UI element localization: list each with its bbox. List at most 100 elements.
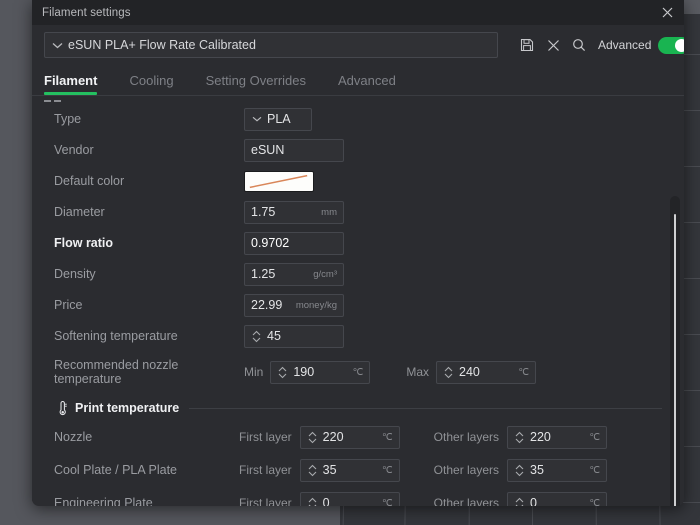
color-line-icon (249, 174, 308, 188)
row-softening-temperature: Softening temperature 45 (54, 323, 684, 349)
tab-bar: Filament Cooling Setting Overrides Advan… (32, 65, 684, 96)
other-layers-label: Other layers (433, 496, 500, 506)
engineering-plate-first-layer-stepper[interactable]: 0 ℃ (299, 491, 400, 507)
scrollbar[interactable] (670, 196, 680, 506)
toggle-knob (675, 38, 684, 52)
chevron-down-icon (52, 36, 63, 54)
cool-plate-first-layer-stepper[interactable]: 35 ℃ (299, 458, 400, 482)
recommended-max-stepper[interactable]: 240 ℃ (436, 360, 537, 384)
tab-cooling[interactable]: Cooling (129, 73, 191, 95)
tab-setting-overrides[interactable]: Setting Overrides (206, 73, 324, 95)
value: 220 (530, 430, 551, 444)
other-layers-cell: Other layers 35 ℃ (434, 458, 608, 482)
unit: ℃ (589, 497, 601, 507)
row-recommended-nozzle-temperature: Recommended nozzle temperature Min 190 ℃… (54, 354, 684, 390)
recommended-max-unit: ℃ (518, 366, 530, 378)
search-icon[interactable] (566, 33, 592, 57)
section-divider (189, 407, 662, 409)
label-flow-ratio: Flow ratio (54, 236, 114, 250)
price-value: 22.99 (251, 298, 283, 312)
flow-ratio-input[interactable]: 0.9702 (244, 231, 344, 255)
spinner-icon[interactable] (514, 431, 525, 444)
tab-label: Filament (44, 73, 98, 88)
preset-row: eSUN PLA+ Flow Rate Calibrated Advanced (32, 25, 684, 65)
first-layer-cell: First layer 0 ℃ (239, 491, 400, 507)
value: 35 (322, 463, 337, 477)
unit: ℃ (589, 431, 601, 443)
preset-combobox[interactable]: eSUN PLA+ Flow Rate Calibrated (44, 32, 498, 58)
section-print-temperature: Print temperature (54, 400, 684, 416)
softening-temperature-stepper[interactable]: 45 (244, 324, 344, 348)
nozzle-first-layer-stepper[interactable]: 220 ℃ (299, 425, 400, 449)
row-diameter: Diameter 1.75 mm (54, 199, 684, 225)
type-value: PLA (267, 112, 291, 126)
row-density: Density 1.25 g/cm³ (54, 261, 684, 287)
thermometer-icon (54, 400, 70, 416)
label-default-color: Default color (54, 174, 125, 188)
cool-plate-other-layers-stepper[interactable]: 35 ℃ (507, 458, 608, 482)
default-color-swatch[interactable] (244, 170, 314, 192)
first-layer-cell: First layer 220 ℃ (239, 425, 400, 449)
unit: ℃ (382, 497, 393, 507)
advanced-label: Advanced (598, 38, 652, 52)
label-type: Type (54, 112, 82, 126)
advanced-toggle[interactable] (658, 36, 684, 54)
price-unit: money/kg (295, 299, 337, 311)
first-layer-cell: First layer 35 ℃ (239, 458, 400, 482)
price-input[interactable]: 22.99 money/kg (244, 293, 344, 317)
tab-filament[interactable]: Filament (44, 73, 115, 95)
vendor-input[interactable]: eSUN (244, 138, 344, 162)
value: 0 (530, 496, 537, 506)
other-layers-cell: Other layers 0 ℃ (433, 491, 608, 507)
recommended-min-unit: ℃ (352, 366, 364, 378)
row-label: Cool Plate / PLA Plate (54, 463, 177, 477)
density-value: 1.25 (251, 267, 276, 281)
tab-label: Cooling (129, 73, 174, 88)
diameter-value: 1.75 (251, 205, 276, 219)
collapse-handle[interactable] (44, 100, 62, 102)
spinner-icon[interactable] (443, 366, 454, 379)
table-row: Engineering Plate First layer 0 ℃ Other … (54, 490, 684, 506)
label-price: Price (54, 298, 83, 312)
spinner-icon[interactable] (277, 366, 288, 379)
density-input[interactable]: 1.25 g/cm³ (244, 262, 344, 286)
row-type: Type PLA (54, 106, 684, 132)
spinner-icon[interactable] (514, 464, 525, 477)
tab-label: Setting Overrides (205, 73, 306, 88)
table-row: Nozzle First layer 220 ℃ Other layers 22… (54, 424, 684, 450)
recommended-min-stepper[interactable]: 190 ℃ (270, 360, 371, 384)
screen: Filament settings eSUN PLA+ Flow Rate Ca… (0, 0, 700, 525)
type-combobox[interactable]: PLA (244, 107, 312, 131)
diameter-unit: mm (321, 206, 337, 218)
save-icon[interactable] (514, 33, 540, 57)
spinner-icon[interactable] (307, 497, 318, 506)
spinner-icon[interactable] (307, 464, 318, 477)
spinner-icon[interactable] (514, 497, 525, 506)
value: 35 (530, 463, 544, 477)
vendor-value: eSUN (251, 143, 285, 157)
row-default-color: Default color (54, 168, 684, 194)
spinner-icon[interactable] (251, 330, 262, 343)
first-layer-label: First layer (239, 430, 292, 444)
recommended-max-group: Max 240 ℃ (406, 360, 537, 384)
nozzle-other-layers-stepper[interactable]: 220 ℃ (507, 425, 608, 449)
settings-content: Type PLA Vendor eSUN Default color Diame… (32, 106, 684, 506)
unit: ℃ (382, 431, 393, 443)
row-label: Engineering Plate (54, 496, 153, 506)
engineering-plate-other-layers-stepper[interactable]: 0 ℃ (507, 491, 608, 507)
other-layers-label: Other layers (433, 430, 500, 444)
preset-tools: Advanced (514, 33, 684, 57)
row-flow-ratio: Flow ratio 0.9702 (54, 230, 684, 256)
settings-body: Type PLA Vendor eSUN Default color Diame… (32, 96, 684, 506)
scrollbar-thumb[interactable] (674, 214, 676, 506)
first-layer-label: First layer (239, 463, 292, 477)
spinner-icon[interactable] (307, 431, 318, 444)
delete-preset-icon[interactable] (540, 33, 566, 57)
diameter-input[interactable]: 1.75 mm (244, 200, 344, 224)
value: 220 (322, 430, 344, 444)
tab-advanced[interactable]: Advanced (338, 73, 414, 95)
preset-value: eSUN PLA+ Flow Rate Calibrated (68, 38, 256, 52)
other-layers-cell: Other layers 220 ℃ (433, 425, 608, 449)
label-diameter: Diameter (54, 205, 105, 219)
close-icon[interactable] (657, 3, 677, 22)
